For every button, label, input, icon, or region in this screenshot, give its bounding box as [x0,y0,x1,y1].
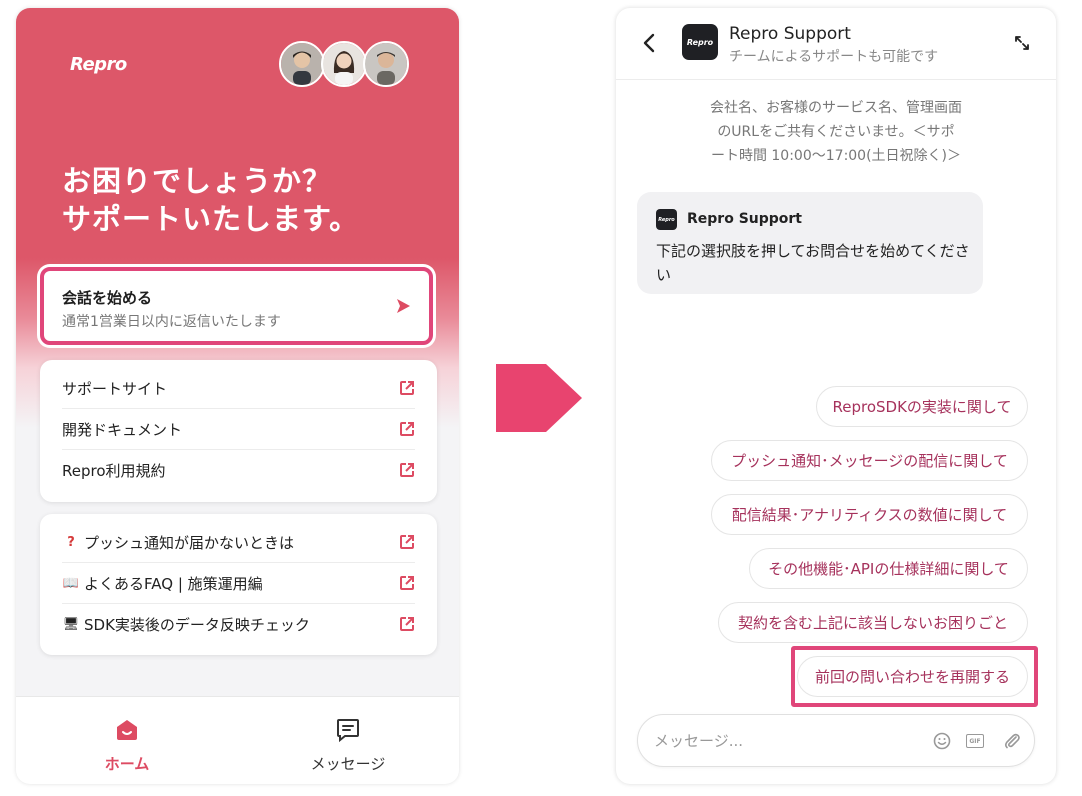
start-conversation-title: 会話を始める [62,289,153,307]
support-hours-notice: 会社名、お客様のサービス名、管理画面 のURLをご共有くださいませ。＜サポ ート… [710,100,962,164]
back-icon[interactable] [642,33,656,53]
external-link-icon [400,617,414,631]
external-link-icon [400,576,414,590]
links-card: サポートサイト 開発ドキュメント Repro利用規約 [40,360,437,502]
avatar [279,41,325,87]
send-icon [397,299,410,313]
home-icon [117,720,137,740]
gif-icon[interactable]: GIF [966,734,984,748]
emoji-icon[interactable] [932,731,952,751]
external-link-icon [400,381,414,395]
choice-analytics[interactable]: 配信結果･アナリティクスの数値に関して [711,494,1028,535]
message-icon [337,719,359,743]
choice-api-spec[interactable]: その他機能･APIの仕様詳細に関して [749,548,1028,589]
list-item[interactable]: 開発ドキュメント [62,409,415,450]
book-icon: 📖 [62,575,80,591]
list-item[interactable]: 🖥 SDK実装後のデータ反映チェック [62,604,415,645]
message-composer: GIF [637,714,1035,767]
computer-icon: 🖥 [62,617,80,632]
start-conversation-card[interactable]: 会話を始める 通常1営業日以内に返信いたします [40,267,433,345]
external-link-icon [400,463,414,477]
choice-push-delivery[interactable]: プッシュ通知･メッセージの配信に関して [711,440,1028,481]
choice-sdk-implementation[interactable]: ReproSDKの実装に関して [816,386,1028,427]
bot-message-bubble: Repro Repro Support 下記の選択肢を押してお問合せを始めてくだ… [637,192,983,294]
bottom-nav: ホーム メッセージ [16,696,459,784]
external-link-icon [400,535,414,549]
chat-panel: Repro Repro Support チームによるサポートも可能です 会社名、… [616,8,1056,784]
expand-icon[interactable] [1014,35,1030,51]
link-terms: Repro利用規約 [62,462,166,480]
link-dev-docs: 開発ドキュメント [62,420,183,439]
message-input[interactable] [654,729,914,753]
messenger-home-panel: Repro お困りでしょうか？ サポートいたします。 会話を始める 通常1営業日… [16,8,459,784]
choice-other-issues[interactable]: 契約を含む上記に該当しないお困りごと [718,602,1028,643]
page-title: お困りでしょうか？ サポートいたします。 [62,164,360,236]
list-item[interactable]: 📖 よくあるFAQ | 施策運用編 [62,563,415,604]
transition-arrow-icon [496,364,582,432]
highlight-frame [791,646,1038,707]
chat-title: Repro Support [729,24,851,44]
bot-message-text: 下記の選択肢を押してお問合せを始めてください [656,242,970,284]
link-support-site: サポートサイト [62,379,168,398]
repro-logo: Repro [70,54,127,75]
chat-subtitle: チームによるサポートも可能です [729,49,939,65]
articles-card: ? プッシュ通知が届かないときは 📖 よくあるFAQ | 施策運用編 🖥 SDK… [40,514,437,655]
chat-header: Repro Repro Support チームによるサポートも可能です [616,8,1056,80]
article-faq: よくあるFAQ | 施策運用編 [84,574,263,593]
bot-avatar: Repro [682,24,718,60]
avatar [363,41,409,87]
reply-time-text: 通常1営業日以内に返信いたします [62,314,281,330]
article-push-not-delivered: プッシュ通知が届かないときは [84,533,295,552]
tab-home[interactable]: ホーム [16,697,238,784]
bot-name: Repro Support [687,211,803,227]
bot-avatar-small: Repro [656,209,677,230]
question-mark-icon: ? [67,534,75,550]
tab-messages[interactable]: メッセージ [237,697,459,784]
list-item[interactable]: Repro利用規約 [62,450,415,491]
external-link-icon [400,422,414,436]
list-item[interactable]: サポートサイト [62,368,415,409]
attachment-icon[interactable] [1002,731,1022,751]
list-item[interactable]: ? プッシュ通知が届かないときは [62,522,415,563]
avatar [321,41,367,87]
article-sdk-check: SDK実装後のデータ反映チェック [84,616,310,634]
